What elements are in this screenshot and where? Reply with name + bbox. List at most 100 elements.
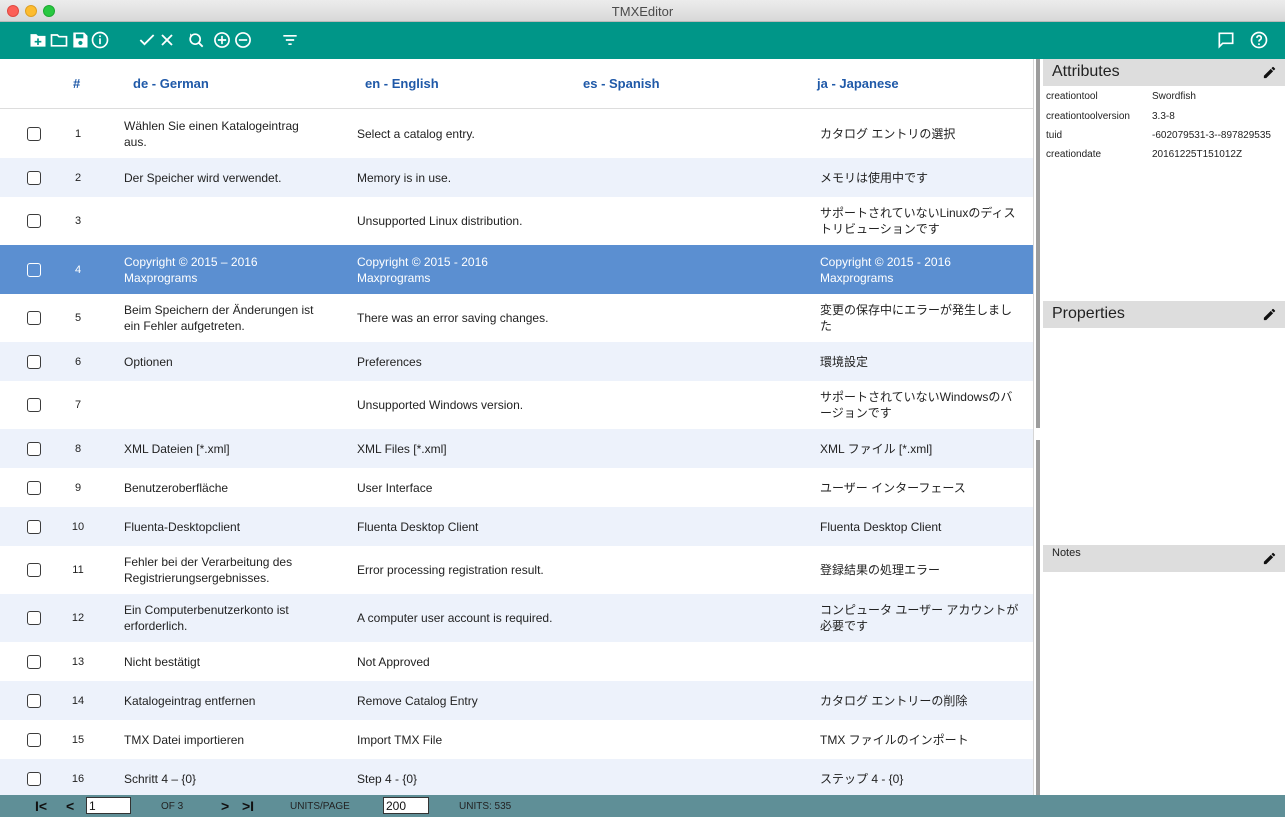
cell-de[interactable]: Copyright © 2015 – 2016 Maxprograms [124,245,324,294]
header-num[interactable]: # [73,76,80,91]
table-row[interactable]: 3 Unsupported Linux distribution. サポートされてい… [0,197,1033,245]
cell-ja[interactable]: 登録結果の処理エラー [820,546,1020,594]
row-checkbox[interactable] [27,262,41,277]
cell-ja[interactable] [820,642,1020,681]
replace-search-icon[interactable] [186,28,206,52]
cell-de[interactable] [124,381,324,429]
table-row[interactable]: 4 Copyright © 2015 – 2016 Maxprograms Copy… [0,245,1033,294]
cell-ja[interactable]: Fluenta Desktop Client [820,507,1020,546]
cell-de[interactable]: Fluenta-Desktopclient [124,507,324,546]
cell-es[interactable] [588,681,808,720]
row-checkbox[interactable] [27,480,41,495]
cell-en[interactable]: Import TMX File [357,720,557,759]
cell-es[interactable] [588,720,808,759]
cell-de[interactable]: Schritt 4 – {0} [124,759,324,795]
cell-es[interactable] [588,507,808,546]
cell-en[interactable]: User Interface [357,468,557,507]
cell-en[interactable]: Memory is in use. [357,158,557,197]
row-checkbox[interactable] [27,693,41,708]
cell-de[interactable]: XML Dateien [*.xml] [124,429,324,468]
panel-splitter[interactable] [1036,59,1040,795]
close-x-icon[interactable] [157,28,177,52]
table-row[interactable]: 16 Schritt 4 – {0} Step 4 - {0} ステップ 4 - {0… [0,759,1033,795]
cell-en[interactable]: Step 4 - {0} [357,759,557,795]
add-circle-icon[interactable] [212,28,232,52]
cell-ja[interactable]: カタログ エントリの選択 [820,109,1020,158]
table-row[interactable]: 9 Benutzeroberfläche User Interface ユーザー イン… [0,468,1033,507]
open-folder-icon[interactable] [49,28,69,52]
cell-ja[interactable]: サポートされていないLinuxのディストリビューションです [820,197,1020,245]
units-per-page-input[interactable] [383,797,429,814]
row-checkbox[interactable] [27,732,41,747]
cell-ja[interactable]: XML ファイル [*.xml] [820,429,1020,468]
cell-en[interactable]: There was an error saving changes. [357,294,557,342]
cell-es[interactable] [588,429,808,468]
cell-en[interactable]: Select a catalog entry. [357,109,557,158]
edit-notes-pencil-icon[interactable] [1262,551,1277,566]
row-checkbox[interactable] [27,354,41,369]
cell-ja[interactable]: サポートされていないWindowsのバージョンです [820,381,1020,429]
cell-es[interactable] [588,342,808,381]
row-checkbox[interactable] [27,771,41,786]
cell-ja[interactable]: 変更の保存中にエラーが発生しました [820,294,1020,342]
cell-ja[interactable]: ユーザー インターフェース [820,468,1020,507]
row-checkbox[interactable] [27,170,41,185]
table-row[interactable]: 10 Fluenta-Desktopclient Fluenta Desktop C… [0,507,1033,546]
cell-ja[interactable]: ステップ 4 - {0} [820,759,1020,795]
header-es[interactable]: es - Spanish [583,76,660,91]
cell-es[interactable] [588,642,808,681]
cell-en[interactable]: A computer user account is required. [357,594,557,642]
cell-de[interactable]: Beim Speichern der Änderungen ist ein Fe… [124,294,324,342]
filter-icon[interactable] [280,28,300,52]
row-checkbox[interactable] [27,519,41,534]
row-checkbox[interactable] [27,126,41,141]
cell-en[interactable]: Remove Catalog Entry [357,681,557,720]
info-icon[interactable] [90,28,110,52]
table-row[interactable]: 12 Ein Computerbenutzerkonto ist erforder… [0,594,1033,642]
new-file-icon[interactable] [28,28,48,52]
header-de[interactable]: de - German [133,76,209,91]
comment-icon[interactable] [1216,28,1236,52]
row-checkbox[interactable] [27,611,41,625]
cell-en[interactable]: Preferences [357,342,557,381]
table-row[interactable]: 2 Der Speicher wird verwendet. Memory is i… [0,158,1033,197]
row-checkbox[interactable] [27,441,41,456]
cell-de[interactable]: Wählen Sie einen Katalogeintrag aus. [124,109,324,158]
cell-de[interactable]: Katalogeintrag entfernen [124,681,324,720]
row-checkbox[interactable] [27,654,41,669]
page-number-input[interactable] [86,797,131,814]
table-row[interactable]: 7 Unsupported Windows version. サポートされていないW… [0,381,1033,429]
last-page-button[interactable]: >I [242,795,254,817]
cell-en[interactable]: Fluenta Desktop Client [357,507,557,546]
cell-es[interactable] [588,109,808,158]
cell-ja[interactable]: 環境設定 [820,342,1020,381]
edit-properties-pencil-icon[interactable] [1262,307,1277,322]
cell-de[interactable]: Nicht bestätigt [124,642,324,681]
row-checkbox[interactable] [27,311,41,325]
cell-es[interactable] [588,594,808,642]
cell-ja[interactable]: TMX ファイルのインポート [820,720,1020,759]
table-row[interactable]: 1 Wählen Sie einen Katalogeintrag aus. Sel… [0,109,1033,158]
cell-de[interactable]: Fehler bei der Verarbeitung des Registri… [124,546,324,594]
cell-es[interactable] [588,294,808,342]
table-row[interactable]: 5 Beim Speichern der Änderungen ist ein F… [0,294,1033,342]
cell-de[interactable]: TMX Datei importieren [124,720,324,759]
cell-es[interactable] [588,468,808,507]
cell-es[interactable] [588,381,808,429]
cell-en[interactable]: Not Approved [357,642,557,681]
cell-de[interactable]: Benutzeroberfläche [124,468,324,507]
first-page-button[interactable]: I< [35,795,47,817]
table-row[interactable]: 8 XML Dateien [*.xml] XML Files [*.xml] XML… [0,429,1033,468]
cell-ja[interactable]: カタログ エントリーの削除 [820,681,1020,720]
confirm-check-icon[interactable] [137,28,157,52]
cell-es[interactable] [588,158,808,197]
edit-attributes-pencil-icon[interactable] [1262,65,1277,80]
cell-es[interactable] [588,759,808,795]
table-row[interactable]: 11 Fehler bei der Verarbeitung des Regist… [0,546,1033,594]
cell-es[interactable] [588,245,808,294]
cell-ja[interactable]: Copyright © 2015 - 2016 Maxprograms [820,245,1020,294]
remove-circle-icon[interactable] [233,28,253,52]
table-row[interactable]: 13 Nicht bestätigt Not Approved [0,642,1033,681]
row-checkbox[interactable] [27,398,41,412]
cell-en[interactable]: Error processing registration result. [357,546,557,594]
